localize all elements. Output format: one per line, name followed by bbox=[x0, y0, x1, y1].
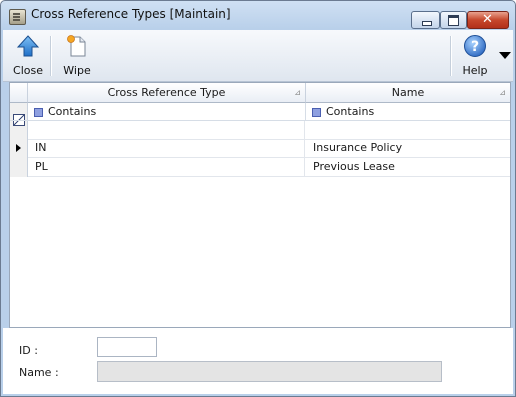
column-header-name[interactable]: Name ⊿ bbox=[306, 83, 510, 103]
toolbar-dropdown-icon[interactable] bbox=[499, 52, 511, 59]
new-document-icon bbox=[67, 35, 86, 57]
up-arrow-icon bbox=[16, 35, 40, 57]
id-label: ID : bbox=[19, 344, 38, 357]
filter-operator-icon[interactable] bbox=[34, 107, 43, 117]
table-row[interactable]: PL Previous Lease bbox=[28, 158, 510, 177]
filter-input-cross-reference-type[interactable] bbox=[28, 121, 305, 139]
pin-icon[interactable]: ⊿ bbox=[499, 83, 506, 102]
current-row-icon bbox=[16, 144, 21, 152]
close-button-label: Close bbox=[13, 64, 43, 77]
filter-operator-icon[interactable] bbox=[312, 107, 321, 117]
filter-row: Contains Contains bbox=[10, 103, 510, 121]
help-button-label: Help bbox=[462, 64, 488, 77]
cell-name[interactable]: Insurance Policy bbox=[306, 139, 510, 157]
help-button[interactable]: ? Help bbox=[455, 34, 495, 77]
close-button[interactable]: Close bbox=[12, 34, 44, 77]
name-label: Name : bbox=[19, 366, 59, 379]
close-icon: ✕ bbox=[482, 12, 493, 27]
data-grid: Cross Reference Type ⊿ Name ⊿ Contains C… bbox=[9, 82, 511, 328]
svg-text:?: ? bbox=[471, 39, 479, 55]
cell-name[interactable]: Previous Lease bbox=[306, 158, 510, 176]
wipe-button-label: Wipe bbox=[63, 64, 91, 77]
maximize-button[interactable] bbox=[440, 11, 467, 29]
close-window-button[interactable]: ✕ bbox=[467, 11, 509, 29]
filter-operator-label: Contains bbox=[326, 105, 375, 118]
column-header-label: Name bbox=[391, 86, 425, 99]
minimize-button[interactable] bbox=[411, 11, 440, 29]
filter-cell-name[interactable]: Contains bbox=[306, 103, 510, 120]
cell-cross-reference-type[interactable]: PL bbox=[28, 158, 305, 176]
pin-icon[interactable]: ⊿ bbox=[294, 83, 301, 102]
app-icon bbox=[9, 9, 26, 25]
column-header-cross-reference-type[interactable]: Cross Reference Type ⊿ bbox=[28, 83, 306, 103]
toolbar-separator bbox=[450, 36, 452, 76]
name-field[interactable] bbox=[97, 361, 442, 382]
id-field[interactable] bbox=[97, 337, 157, 357]
toolbar-separator bbox=[50, 36, 52, 76]
grid-corner[interactable] bbox=[10, 83, 28, 103]
column-header-label: Cross Reference Type bbox=[107, 86, 226, 99]
filter-input-row[interactable] bbox=[28, 121, 510, 140]
minimize-icon bbox=[422, 21, 432, 26]
wipe-button[interactable]: Wipe bbox=[60, 34, 94, 77]
filter-operator-label: Contains bbox=[48, 105, 97, 118]
cell-cross-reference-type[interactable]: IN bbox=[28, 139, 305, 157]
window-title: Cross Reference Types [Maintain] bbox=[31, 7, 231, 21]
question-icon: ? bbox=[464, 35, 486, 57]
detail-form: ID : Name : bbox=[3, 328, 513, 394]
maximize-icon bbox=[448, 15, 459, 26]
window: Cross Reference Types [Maintain] ✕ Close… bbox=[0, 0, 516, 397]
title-bar[interactable]: Cross Reference Types [Maintain] ✕ bbox=[1, 1, 515, 30]
filter-cell-cross-reference-type[interactable]: Contains bbox=[28, 103, 306, 120]
toolbar: Close Wipe ? Help bbox=[3, 30, 513, 82]
filter-input-name[interactable] bbox=[306, 121, 510, 139]
table-row[interactable]: IN Insurance Policy bbox=[28, 139, 510, 158]
